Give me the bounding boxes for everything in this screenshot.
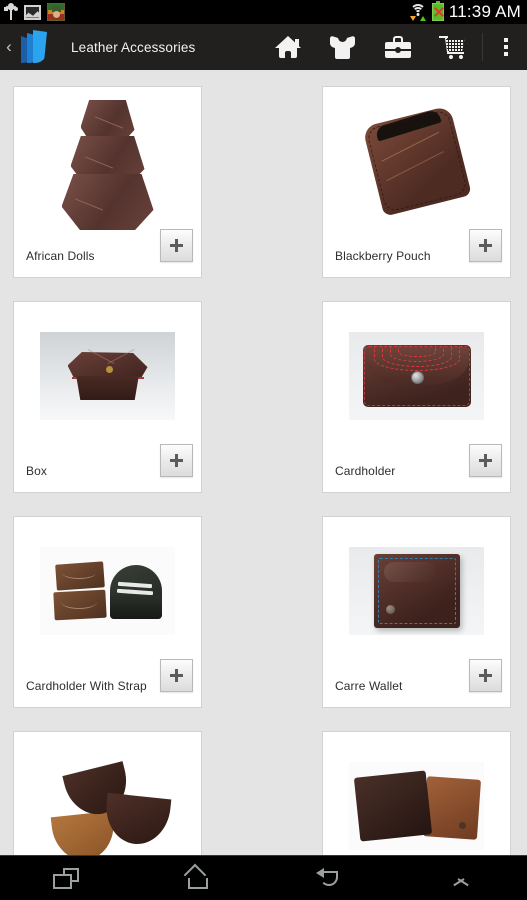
wallets-photo xyxy=(349,762,484,850)
status-bar-notifications xyxy=(4,3,65,21)
coin-purses-photo xyxy=(43,756,173,855)
home-icon xyxy=(274,36,301,58)
add-to-cart-button[interactable] xyxy=(469,659,502,692)
page-title: Leather Accessories xyxy=(71,39,196,55)
action-bar-divider xyxy=(482,33,483,61)
up-back-chevron-icon[interactable]: ‹ xyxy=(1,24,17,70)
cardholder-photo xyxy=(349,332,484,420)
product-image xyxy=(14,87,201,235)
african-dolls-photo xyxy=(48,96,168,230)
back-arrow-icon xyxy=(316,868,342,888)
home-outline-icon xyxy=(183,863,211,889)
add-to-cart-button[interactable] xyxy=(160,229,193,262)
add-to-cart-button[interactable] xyxy=(160,444,193,477)
add-to-cart-button[interactable] xyxy=(160,659,193,692)
product-card[interactable]: African Dolls xyxy=(13,86,202,278)
product-image xyxy=(323,302,510,450)
status-bar-system: 11:39 AM xyxy=(409,0,521,24)
action-bar: ‹ Leather Accessories xyxy=(0,24,527,70)
box-photo xyxy=(40,332,175,420)
action-bar-actions xyxy=(260,24,527,70)
home-action[interactable] xyxy=(260,24,315,70)
product-footer: Cardholder xyxy=(323,444,510,492)
blackberry-pouch-photo xyxy=(361,105,472,217)
three-dots-icon xyxy=(504,38,508,42)
app-root: 11:39 AM ‹ Leather Accessories African D… xyxy=(0,0,527,900)
add-to-cart-button[interactable] xyxy=(469,229,502,262)
product-name: Box xyxy=(26,464,47,478)
product-card[interactable] xyxy=(13,731,202,855)
recents-icon xyxy=(52,867,79,889)
product-name: Blackberry Pouch xyxy=(335,249,431,263)
shopping-cart-icon xyxy=(438,35,467,59)
wifi-icon xyxy=(409,4,427,21)
product-image xyxy=(14,517,201,665)
product-card[interactable]: Carre Wallet xyxy=(322,516,511,708)
add-to-cart-button[interactable] xyxy=(469,444,502,477)
tshirt-icon xyxy=(330,35,355,59)
chevron-up-icon xyxy=(448,870,474,887)
expand-button[interactable] xyxy=(416,856,506,900)
product-grid-scroll[interactable]: African Dolls Blackberry Pouch Box Cardh… xyxy=(0,70,527,855)
back-button[interactable] xyxy=(284,856,374,900)
cardholder-with-strap-photo xyxy=(40,547,175,635)
product-image xyxy=(14,302,201,450)
usb-icon xyxy=(4,3,18,21)
system-navigation-bar xyxy=(0,855,527,900)
cart-action[interactable] xyxy=(425,24,480,70)
game-app-icon xyxy=(47,3,65,21)
product-name: African Dolls xyxy=(26,249,95,263)
product-image xyxy=(323,87,510,235)
accessories-action[interactable] xyxy=(370,24,425,70)
home-button[interactable] xyxy=(153,856,243,900)
product-name: Cardholder With Strap xyxy=(26,679,147,693)
product-image xyxy=(14,732,201,855)
overflow-menu[interactable] xyxy=(485,24,527,70)
app-logo-icon[interactable] xyxy=(19,30,51,64)
carre-wallet-photo xyxy=(349,547,484,635)
recents-button[interactable] xyxy=(21,856,111,900)
product-name: Cardholder xyxy=(335,464,396,478)
product-card[interactable]: Box xyxy=(13,301,202,493)
apparel-action[interactable] xyxy=(315,24,370,70)
product-image xyxy=(323,732,510,855)
gallery-icon xyxy=(24,4,41,20)
product-footer: African Dolls xyxy=(14,229,201,277)
status-bar-clock: 11:39 AM xyxy=(448,2,521,21)
product-name: Carre Wallet xyxy=(335,679,403,693)
briefcase-icon xyxy=(384,36,411,58)
product-card[interactable]: Blackberry Pouch xyxy=(322,86,511,278)
product-footer: Blackberry Pouch xyxy=(323,229,510,277)
product-grid: African Dolls Blackberry Pouch Box Cardh… xyxy=(0,70,527,855)
product-footer: Carre Wallet xyxy=(323,659,510,707)
product-card[interactable]: Cardholder xyxy=(322,301,511,493)
status-bar: 11:39 AM xyxy=(0,0,527,24)
product-image xyxy=(323,517,510,665)
product-card[interactable] xyxy=(322,731,511,855)
product-footer: Box xyxy=(14,444,201,492)
product-footer: Cardholder With Strap xyxy=(14,659,201,707)
product-card[interactable]: Cardholder With Strap xyxy=(13,516,202,708)
battery-icon xyxy=(431,1,444,21)
